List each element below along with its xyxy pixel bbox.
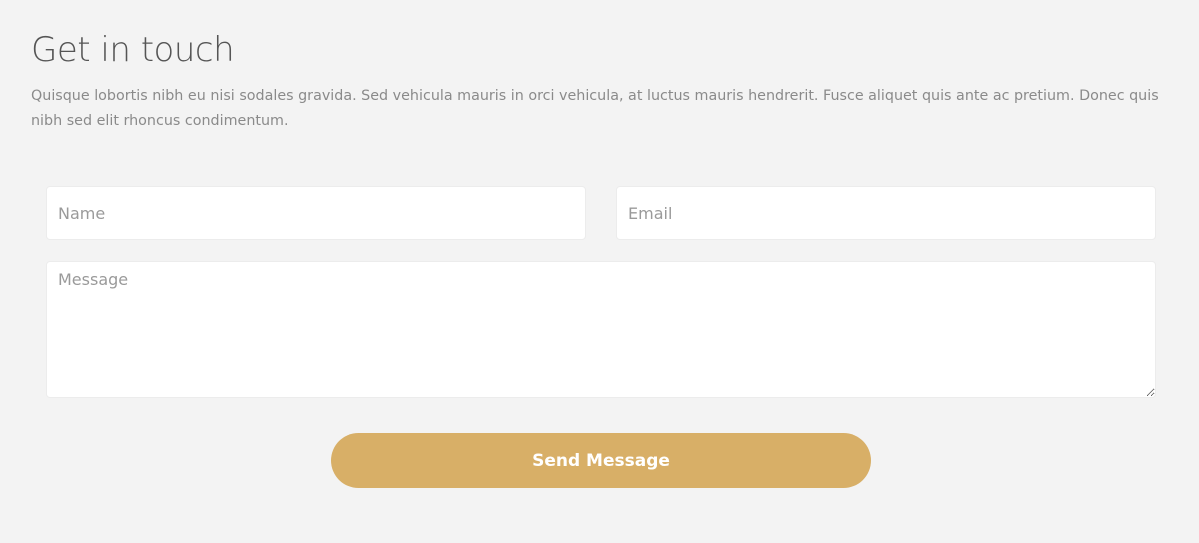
page-title: Get in touch: [31, 30, 235, 70]
intro-paragraph: Quisque lobortis nibh eu nisi sodales gr…: [31, 88, 1159, 129]
email-input[interactable]: [616, 186, 1156, 240]
name-input[interactable]: [46, 186, 586, 240]
contact-section: Get in touch Quisque lobortis nibh eu ni…: [0, 0, 1199, 543]
message-textarea[interactable]: [46, 261, 1156, 398]
send-message-button[interactable]: Send Message: [331, 433, 871, 488]
